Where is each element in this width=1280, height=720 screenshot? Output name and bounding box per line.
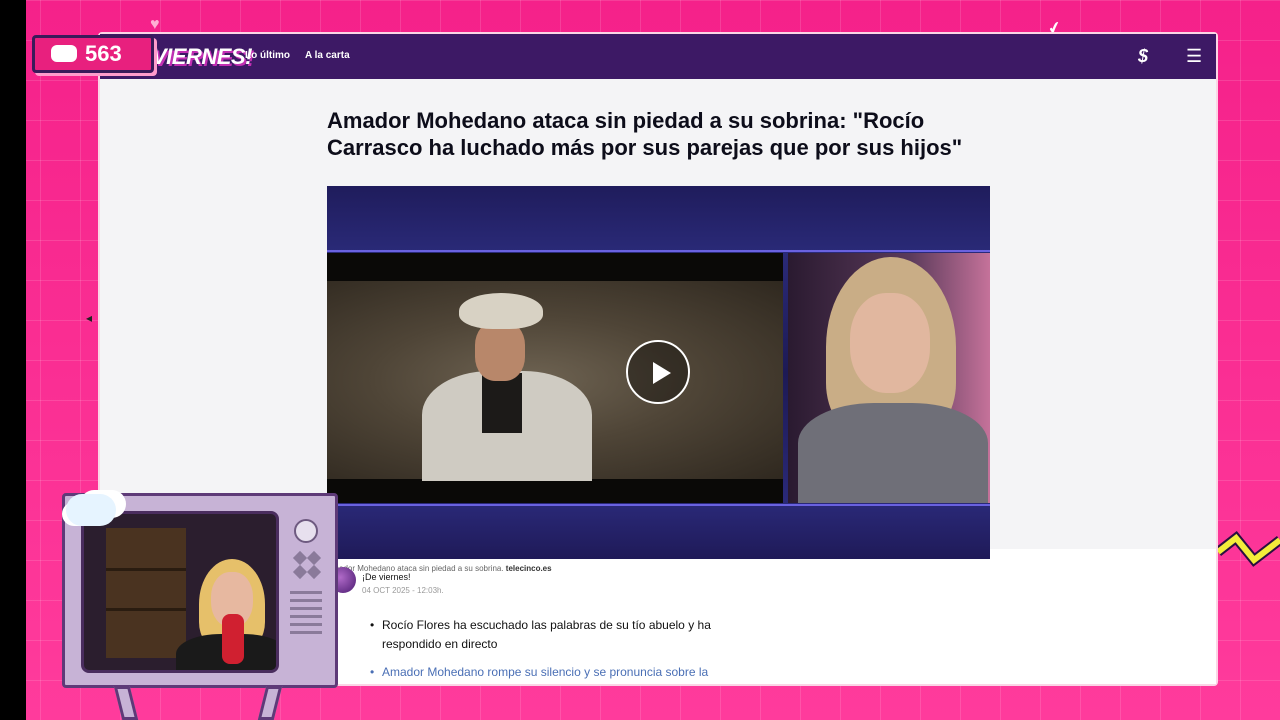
caption-source[interactable]: telecinco.es bbox=[506, 564, 552, 573]
brand-s-icon[interactable]: $ bbox=[1138, 46, 1148, 66]
video-clip-studio bbox=[788, 253, 990, 503]
left-black-strip bbox=[0, 0, 26, 720]
summary-bullet: Rocío Flores ha escuchado las palabras d… bbox=[370, 616, 730, 654]
interview-scene bbox=[327, 281, 783, 481]
site-header: VIERNES! Lo último A la carta $ ☰ bbox=[100, 34, 1216, 79]
speaker-grill bbox=[290, 607, 322, 610]
speaker-grill bbox=[290, 591, 322, 594]
woman-figure bbox=[798, 403, 988, 503]
webcam-feed bbox=[81, 511, 279, 673]
video-player[interactable] bbox=[327, 186, 990, 559]
hamburger-menu-icon[interactable]: ☰ bbox=[1186, 46, 1202, 66]
play-icon[interactable] bbox=[626, 340, 690, 404]
tv-knob-icon bbox=[292, 550, 308, 566]
video-stripe-top bbox=[327, 250, 990, 252]
video-clip-interview bbox=[327, 253, 783, 503]
article-date: 04 OCT 2025 - 12:03h. bbox=[362, 586, 444, 595]
cloud-decoration bbox=[66, 494, 116, 526]
site-logo[interactable]: VIERNES! bbox=[152, 44, 252, 70]
shelf-row bbox=[106, 608, 186, 611]
arrow-left-icon: ◂ bbox=[86, 311, 93, 325]
microphone-icon bbox=[222, 614, 244, 664]
nav-a-la-carta[interactable]: A la carta bbox=[305, 50, 350, 61]
speaker-grill bbox=[290, 623, 322, 626]
tv-control-panel bbox=[285, 511, 331, 673]
caption-text: Amador Mohedano ataca sin piedad a su so… bbox=[327, 564, 506, 573]
nav-lo-ultimo[interactable]: Lo último bbox=[245, 50, 290, 61]
zigzag-decoration bbox=[1218, 531, 1280, 567]
tv-leg-left bbox=[113, 686, 139, 720]
background-shelf bbox=[106, 528, 186, 658]
heart-icon: ♥ bbox=[150, 16, 160, 33]
man-shirt bbox=[482, 373, 522, 433]
tv-leg-right bbox=[257, 686, 283, 720]
article-headline: Amador Mohedano ataca sin piedad a su so… bbox=[327, 108, 963, 160]
man-hat bbox=[459, 293, 543, 329]
viewer-count-badge: 563 bbox=[32, 35, 154, 73]
author-name[interactable]: ¡De viernes! bbox=[362, 572, 411, 582]
tv-dial-icon bbox=[294, 519, 318, 543]
tv-knob-icon bbox=[306, 564, 322, 580]
video-stripe-bottom bbox=[327, 504, 990, 506]
video-caption: Amador Mohedano ataca sin piedad a su so… bbox=[327, 564, 552, 573]
tv-knob-icon bbox=[292, 564, 308, 580]
man-face bbox=[475, 321, 525, 381]
article-header-area: Amador Mohedano ataca sin piedad a su so… bbox=[100, 79, 1216, 573]
shelf-row bbox=[106, 568, 186, 571]
viewer-count: 563 bbox=[85, 41, 122, 66]
speaker-grill bbox=[290, 631, 322, 634]
related-link[interactable]: Amador Mohedano rompe su silencio y se p… bbox=[370, 663, 730, 682]
woman-face bbox=[850, 293, 930, 393]
speaker-grill bbox=[290, 615, 322, 618]
chat-bubble-icon bbox=[51, 45, 77, 62]
tv-knob-icon bbox=[306, 550, 322, 566]
speaker-grill bbox=[290, 599, 322, 602]
